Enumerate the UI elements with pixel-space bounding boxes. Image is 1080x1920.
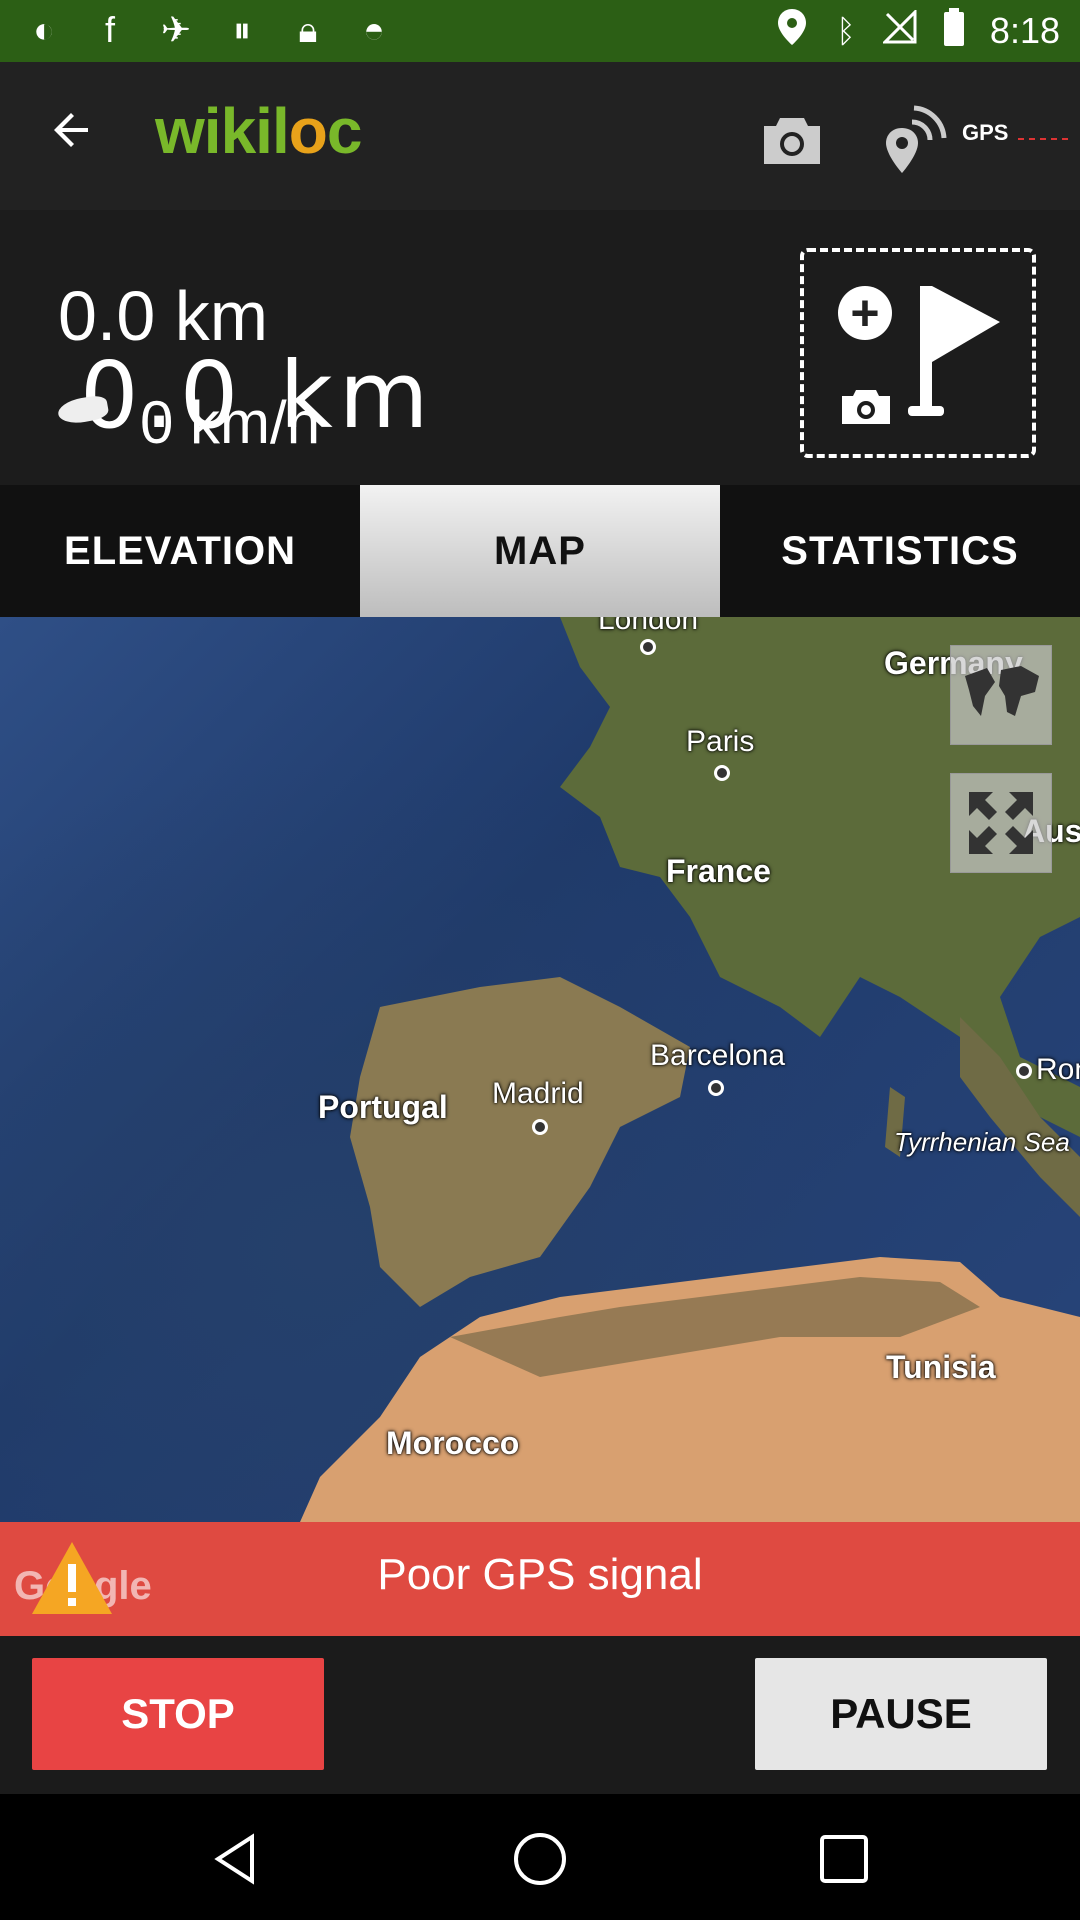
add-waypoint-button[interactable]: + (800, 248, 1036, 458)
warning-text: Poor GPS signal (377, 1550, 703, 1599)
gps-signal-indicator (1018, 138, 1068, 140)
android-icon: ◓ (363, 9, 385, 50)
track-stats-panel: 0.0 km 0.0 km 0 km/h + (0, 210, 1080, 485)
recording-controls: STOP PAUSE (0, 1636, 1080, 1794)
camera-icon[interactable] (760, 114, 824, 166)
map-label-morocco: Morocco (386, 1425, 520, 1461)
plus-icon: + (838, 286, 892, 340)
map-view[interactable]: London Germany Paris France Aust Barcelo… (0, 617, 1080, 1522)
recents-nav-icon[interactable] (814, 1829, 874, 1889)
back-nav-icon[interactable] (208, 1829, 268, 1889)
camera-icon (840, 388, 892, 426)
app-bar: wikiloc GPS (0, 62, 1080, 210)
tab-map[interactable]: MAP (360, 485, 720, 617)
city-dot (532, 1119, 548, 1135)
map-label-tunisia: Tunisia (886, 1349, 996, 1385)
stop-button[interactable]: STOP (32, 1658, 324, 1770)
map-label-rome: Ron (1036, 1053, 1080, 1086)
map-label-madrid: Madrid (492, 1077, 584, 1110)
map-label-paris: Paris (686, 725, 755, 758)
tab-statistics[interactable]: STATISTICS (720, 485, 1080, 617)
city-dot (1016, 1063, 1032, 1079)
gps-satellite-icon: ✈ (160, 9, 192, 50)
system-icons: ᛒ 8:18 (774, 6, 1060, 56)
android-nav-bar (0, 1794, 1080, 1920)
bluetooth-icon: ᛒ (836, 12, 856, 49)
city-dot (708, 1080, 724, 1096)
back-arrow-icon[interactable] (40, 106, 104, 170)
map-label-portugal: Portugal (318, 1089, 448, 1125)
lock-icon: 🔒︎ (298, 9, 318, 50)
clock: 8:18 (989, 10, 1060, 51)
fullscreen-icon (969, 792, 1033, 854)
fullscreen-button[interactable] (950, 773, 1052, 873)
wikiloc-logo: wikiloc (155, 95, 362, 167)
city-dot (714, 765, 730, 781)
world-map-icon (965, 666, 1039, 716)
battery-icon (936, 8, 972, 54)
poor-gps-warning-banner: Google Poor GPS signal (0, 1522, 1080, 1636)
map-layers-button[interactable] (950, 645, 1052, 745)
map-terrain (300, 617, 1080, 1522)
pause-button[interactable]: PAUSE (755, 1658, 1047, 1770)
tab-elevation[interactable]: ELEVATION (0, 485, 360, 617)
facebook-icon: f (104, 9, 115, 50)
flag-icon (908, 282, 1008, 422)
pause-icon: ⏸ (233, 9, 251, 50)
speed-value: 0 km/h (140, 389, 321, 456)
app-icon: ◐ (33, 9, 55, 50)
view-tabs: ELEVATION MAP STATISTICS (0, 485, 1080, 617)
location-icon (774, 9, 810, 53)
map-label-france: France (666, 853, 771, 889)
status-bar: ◐ f ✈ ⏸ 🔒︎ ◓ ᛒ 8:18 (0, 0, 1080, 62)
notification-icons: ◐ f ✈ ⏸ 🔒︎ ◓ (22, 8, 396, 52)
city-dot (640, 639, 656, 655)
gps-label: GPS (962, 120, 1009, 145)
gps-signal-icon[interactable] (878, 98, 948, 176)
signal-off-icon (881, 8, 918, 52)
home-nav-icon[interactable] (510, 1829, 570, 1889)
map-label-tyrrhenian-sea: Tyrrhenian Sea (894, 1127, 1070, 1157)
map-label-barcelona: Barcelona (650, 1039, 786, 1072)
map-label-london: London (598, 617, 699, 636)
